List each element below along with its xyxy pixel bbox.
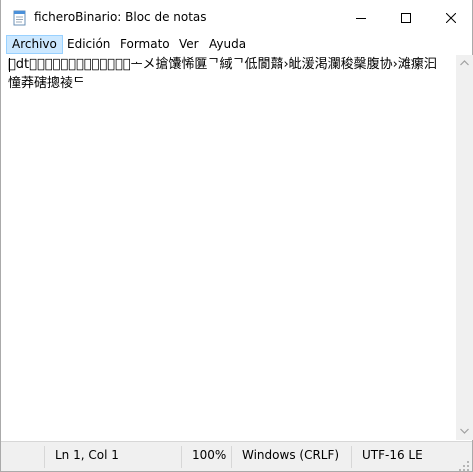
menu-ayuda[interactable]: Ayuda [204, 35, 251, 54]
notepad-window: ficheroBinario: Bloc de notas Archivo Ed… [0, 0, 473, 472]
menu-bar: Archivo Edición Formato Ver Ayuda [1, 35, 472, 55]
maximize-button[interactable] [383, 0, 429, 36]
editor-content[interactable]:  dt            ᅩメ搶馕悕匴ᄀ緎ᄀ低閬鼘›皉湲渇瀾稄䅽腹协›滩瘰… [8, 55, 448, 93]
status-separator [44, 446, 45, 468]
status-bar: Ln 1, Col 1 100% Windows (CRLF) UTF-16 L… [1, 441, 472, 471]
menu-archivo[interactable]: Archivo [6, 35, 63, 54]
menu-edicion[interactable]: Edición [62, 35, 115, 54]
scroll-up-button[interactable] [456, 55, 473, 72]
status-separator [351, 446, 352, 468]
status-position: Ln 1, Col 1 [55, 448, 119, 462]
chevron-up-icon [460, 60, 469, 66]
minimize-icon [356, 18, 366, 19]
close-button[interactable] [428, 0, 473, 36]
title-bar[interactable]: ficheroBinario: Bloc de notas [1, 0, 472, 36]
menu-formato[interactable]: Formato [115, 35, 175, 54]
menu-ver[interactable]: Ver [174, 35, 204, 54]
close-icon [446, 13, 456, 23]
notepad-icon [12, 10, 28, 26]
status-separator [181, 446, 182, 468]
vertical-scrollbar[interactable] [456, 55, 473, 440]
window-title: ficheroBinario: Bloc de notas [34, 10, 207, 24]
resize-grip-icon[interactable] [458, 457, 470, 471]
status-zoom: 100% [192, 448, 227, 462]
status-line-ending: Windows (CRLF) [242, 448, 340, 462]
chevron-down-icon [460, 428, 469, 434]
minimize-button[interactable] [338, 0, 384, 36]
status-separator [231, 446, 232, 468]
text-editor[interactable]:  dt            ᅩメ搶馕悕匴ᄀ緎ᄀ低閬鼘›皉湲渇瀾稄䅽腹协›滩瘰… [3, 55, 455, 439]
status-encoding: UTF-16 LE [362, 448, 423, 462]
maximize-icon [401, 13, 411, 23]
text-caret [9, 58, 10, 72]
scroll-down-button[interactable] [456, 423, 473, 440]
